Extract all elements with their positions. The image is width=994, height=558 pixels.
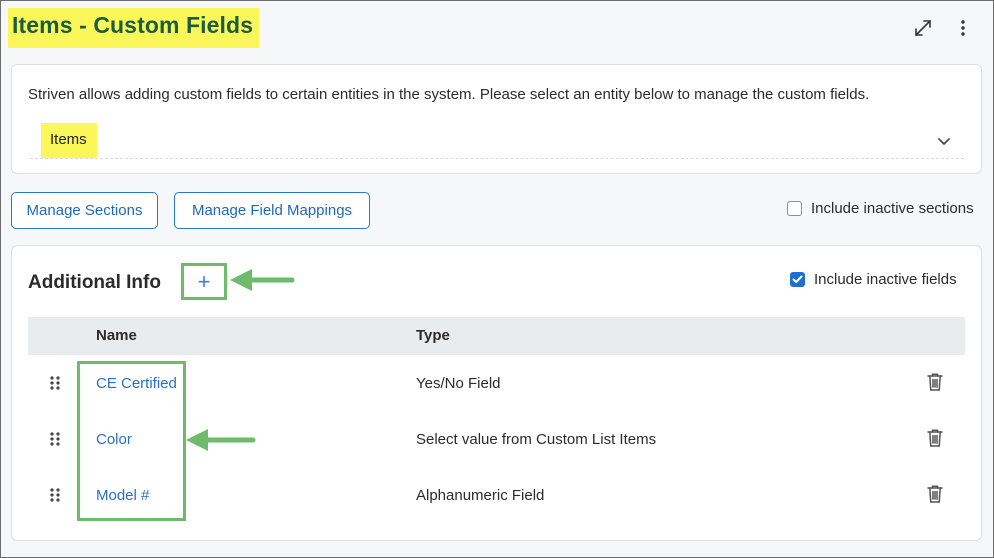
plus-icon: + [197,268,211,294]
page-title: Items - Custom Fields [8,8,260,48]
field-type: Yes/No Field [416,375,501,392]
column-header-name: Name [96,327,137,344]
expand-icon[interactable] [911,16,935,40]
include-inactive-sections-label: Include inactive sections [811,200,974,217]
include-inactive-fields-toggle[interactable]: Include inactive fields [790,271,957,288]
entity-card: Striven allows adding custom fields to c… [11,64,982,174]
field-type: Select value from Custom List Items [416,431,657,448]
section-title: Additional Info [28,272,161,293]
include-inactive-sections-checkbox[interactable] [787,201,802,216]
trash-icon[interactable] [926,428,944,448]
field-names-highlight-box [77,361,186,521]
entity-description: Striven allows adding custom fields to c… [28,86,870,103]
kebab-menu-icon[interactable] [951,16,975,40]
entity-selected-value: Items [41,123,97,158]
drag-handle-icon[interactable] [48,374,62,392]
include-inactive-sections-toggle[interactable]: Include inactive sections [787,200,974,217]
include-inactive-fields-checkbox[interactable] [790,272,805,287]
add-field-button[interactable]: + [181,263,227,300]
drag-handle-icon[interactable] [48,486,62,504]
drag-handle-icon[interactable] [48,430,62,448]
annotation-arrow-fields [186,429,256,451]
annotation-arrow-add [230,269,295,291]
chevron-down-icon[interactable] [935,132,953,150]
entity-select[interactable]: Items [30,123,964,159]
manage-sections-button[interactable]: Manage Sections [11,192,158,229]
column-header-type: Type [416,327,450,344]
manage-field-mappings-button[interactable]: Manage Field Mappings [174,192,370,229]
trash-icon[interactable] [926,372,944,392]
field-type: Alphanumeric Field [416,487,545,504]
include-inactive-fields-label: Include inactive fields [814,271,957,288]
fields-table-header: Name Type [28,317,965,355]
trash-icon[interactable] [926,484,944,504]
